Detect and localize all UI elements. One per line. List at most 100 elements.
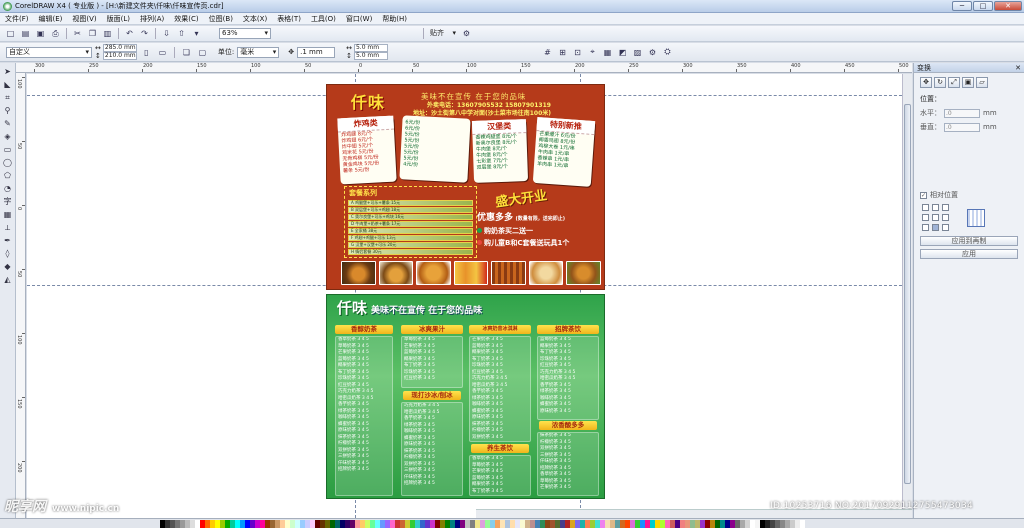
paper-width-input[interactable]: 285.0 mm [102,44,137,52]
vertical-scrollbar[interactable] [902,74,912,518]
crop-tool-icon[interactable]: ⌗ [2,93,14,103]
maximize-button[interactable]: □ [973,1,993,11]
current-page-icon[interactable]: ▢ [196,46,209,58]
rotate-mode-icon[interactable]: ↻ [934,77,946,88]
ellipse-tool-icon[interactable]: ◯ [2,158,14,168]
paste-icon[interactable]: ▥ [101,28,114,40]
import-icon[interactable]: ⇩ [160,28,173,40]
menu-table[interactable]: 表格(T) [272,14,306,24]
apply-button[interactable]: 应用 [920,249,1018,259]
snap-objects-icon[interactable]: ⊡ [571,46,584,58]
anchor-point[interactable] [922,214,929,221]
vertical-ruler[interactable]: 100 50 0 50 100 150 200 [16,73,26,518]
shape-tool-icon[interactable]: ◣ [2,80,14,90]
horizontal-ruler[interactable]: 300 250 200 150 100 50 0 50 100 150 200 250 300 350 40… [16,63,912,73]
interactive-fill-icon[interactable]: ◭ [2,275,14,285]
relative-checkbox[interactable]: ✓ [920,191,927,199]
settings-icon[interactable]: ⛭ [661,46,674,58]
anchor-point[interactable] [932,224,939,231]
menu-bitmaps[interactable]: 位图(B) [204,14,238,24]
portrait-icon[interactable]: ▯ [140,46,153,58]
units-select[interactable]: 毫米 ▾ [237,46,280,58]
zoom-tool-icon[interactable]: ⚲ [2,106,14,116]
snap-grid-icon[interactable]: # [541,46,554,58]
new-document-icon[interactable]: □ [4,28,17,40]
nudge-input[interactable]: .1 mm [297,46,336,58]
draw-mode-icon[interactable]: ◩ [616,46,629,58]
redo-icon[interactable]: ↷ [138,28,151,40]
table-tool-icon[interactable]: ▦ [2,210,14,220]
freehand-tool-icon[interactable]: ✎ [2,119,14,129]
save-icon[interactable]: ▣ [34,28,47,40]
anchor-point[interactable] [922,204,929,211]
basic-shapes-icon[interactable]: ◔ [2,184,14,194]
combo-row: F 鸡翅+鸡腿+可乐 13元 [348,235,473,241]
undo-icon[interactable]: ↶ [123,28,136,40]
menu-effects[interactable]: 效果(C) [169,14,203,24]
smart-fill-icon[interactable]: ◈ [2,132,14,142]
ruler-tick-label: 100 [251,63,261,69]
menu-window[interactable]: 窗口(W) [341,14,377,24]
anchor-point[interactable] [932,204,939,211]
ruler-tick [196,69,197,72]
treat-as-filled-icon[interactable]: ▦ [601,46,614,58]
palette-swatch[interactable] [800,520,805,528]
options-icon[interactable]: ⚙ [646,46,659,58]
export-icon[interactable]: ⇧ [175,28,188,40]
copy-icon[interactable]: ❐ [86,28,99,40]
vertical-position-input[interactable]: .0 [944,122,980,132]
flyer-back-green[interactable]: 仟味 美味不在宣传 在于您的品味 香醇奶茶 冰爽果汁 冰爽奶昔冰淇淋 招牌茶饮 … [326,294,605,499]
pick-tool-icon[interactable]: ➤ [2,67,14,77]
drawing-canvas[interactable]: 仟味 美味不在宣传 在于您的品味 外卖电话：13607905532 158079… [27,74,912,518]
open-folder-icon[interactable]: ▤ [19,28,32,40]
docker-close-icon[interactable]: ✕ [1015,63,1021,73]
snap-to-menu[interactable]: 贴齐 ▾ [428,28,458,39]
fill-tool-icon[interactable]: ◆ [2,262,14,272]
menu-file[interactable]: 文件(F) [0,14,34,24]
anchor-point[interactable] [932,214,939,221]
dimension-tool-icon[interactable]: ⟂ [2,223,14,233]
outline-tool-icon[interactable]: ◊ [2,249,14,259]
app-launcher-icon[interactable]: ▾ [190,28,203,40]
apply-to-duplicate-button[interactable]: 应用到再制 [920,236,1018,246]
rectangle-tool-icon[interactable]: ▭ [2,145,14,155]
landscape-icon[interactable]: ▭ [156,46,169,58]
anchor-point[interactable] [922,224,929,231]
skew-mode-icon[interactable]: ▱ [976,77,988,88]
anchor-point[interactable] [942,204,949,211]
anchor-point-grid[interactable] [914,202,957,233]
print-icon[interactable]: ⎙ [49,28,62,40]
zoom-level-select[interactable]: 63% ▾ [219,28,271,39]
flyer-front-red[interactable]: 仟味 美味不在宣传 在于您的品味 外卖电话：13607905532 158079… [326,84,605,290]
anchor-point[interactable] [942,224,949,231]
menu-view[interactable]: 视图(V) [67,14,101,24]
options-icon[interactable]: ⚙ [460,28,473,40]
menu-help[interactable]: 帮助(H) [377,14,412,24]
duplicate-y-input[interactable]: 5.0 mm [353,52,388,60]
scrollbar-thumb[interactable] [904,104,911,484]
dynamic-guides-icon[interactable]: ⌖ [586,46,599,58]
scale-mode-icon[interactable]: ⤢ [948,77,960,88]
menu-edit[interactable]: 编辑(E) [34,14,68,24]
horizontal-position-input[interactable]: .0 [944,108,980,118]
text-tool-icon[interactable]: 字 [2,197,14,207]
close-button[interactable]: ✕ [994,1,1022,11]
outline-options-icon[interactable]: ▨ [631,46,644,58]
duplicate-x-input[interactable]: 5.0 mm [353,44,388,52]
minimize-button[interactable]: ─ [952,1,972,11]
cut-icon[interactable]: ✂ [71,28,84,40]
anchor-point[interactable] [942,214,949,221]
paper-height-input[interactable]: 210.0 mm [102,52,137,60]
menu-arrange[interactable]: 排列(A) [135,14,169,24]
position-mode-icon[interactable]: ✥ [920,77,932,88]
polygon-tool-icon[interactable]: ⬠ [2,171,14,181]
snap-guides-icon[interactable]: ⊞ [556,46,569,58]
eyedropper-icon[interactable]: ✒ [2,236,14,246]
color-palette[interactable] [160,520,805,528]
menu-layout[interactable]: 版面(L) [102,14,135,24]
size-mode-icon[interactable]: ▣ [962,77,974,88]
menu-text[interactable]: 文本(X) [238,14,272,24]
menu-tools[interactable]: 工具(O) [306,14,341,24]
all-pages-icon[interactable]: ❏ [180,46,193,58]
paper-type-select[interactable]: 自定义 ▾ [6,46,92,58]
